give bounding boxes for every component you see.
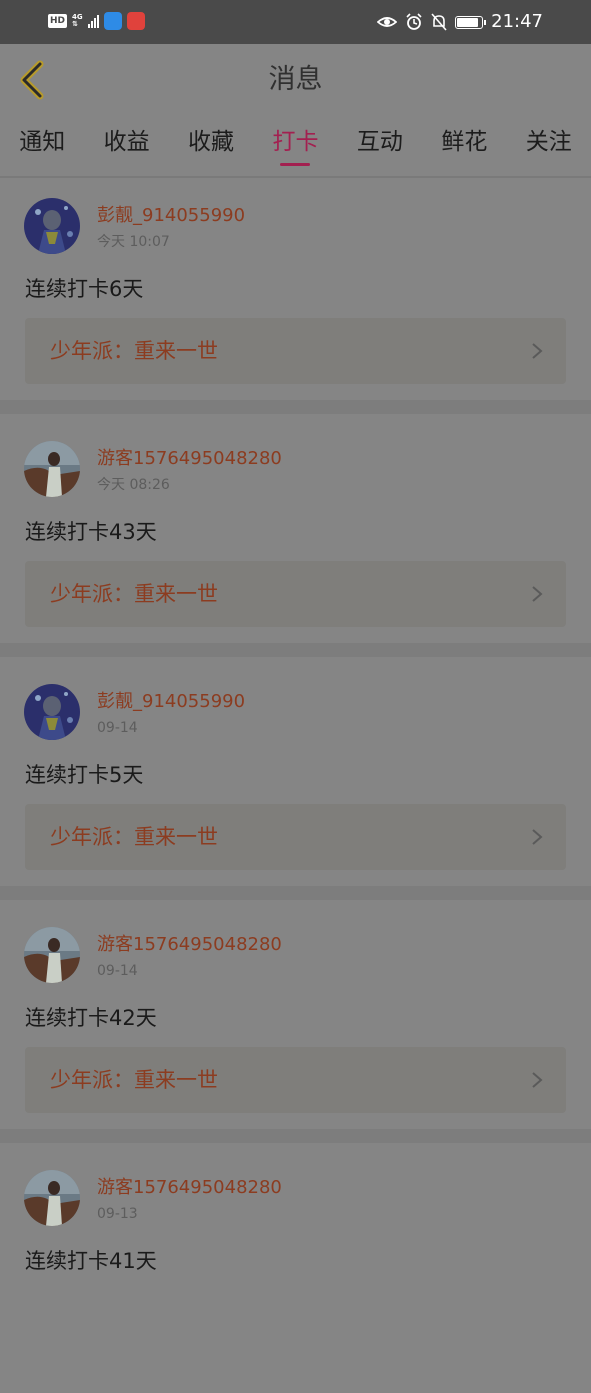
book-link[interactable]: 少年派：重来一世 [25, 561, 566, 627]
silent-bell-icon [431, 13, 447, 31]
post-time: 09-14 [97, 720, 138, 736]
tab-check-in[interactable]: 打卡 [253, 118, 337, 170]
book-title: 少年派：重来一世 [50, 339, 218, 363]
tab-interaction[interactable]: 互动 [338, 118, 422, 170]
user-name[interactable]: 游客1576495048280 [97, 1176, 282, 1200]
card-separator [0, 1129, 591, 1143]
avatar[interactable] [24, 198, 80, 254]
tab-following[interactable]: 关注 [507, 118, 591, 170]
app-notification-icon [103, 12, 122, 30]
card-separator [0, 400, 591, 414]
post-time: 今天 08:26 [97, 477, 170, 493]
hd-badge: HD [48, 14, 68, 28]
message-card: 游客1576495048280 09-13 连续打卡41天 [0, 1150, 591, 1393]
message-content: 连续打卡6天 [25, 277, 144, 301]
app-notification-icon [126, 12, 145, 30]
message-list: 彭靓_914055990 今天 10:07 连续打卡6天 少年派：重来一世 游客… [0, 178, 591, 1393]
message-content: 连续打卡5天 [25, 763, 144, 787]
book-link[interactable]: 少年派：重来一世 [25, 1047, 566, 1113]
message-content: 连续打卡42天 [25, 1006, 157, 1030]
post-time: 09-13 [97, 1206, 138, 1222]
card-separator [0, 886, 591, 900]
message-card: 游客1576495048280 今天 08:26 连续打卡43天 少年派：重来一… [0, 421, 591, 664]
chevron-right-icon [532, 829, 543, 845]
card-separator [0, 643, 591, 657]
message-card: 游客1576495048280 09-14 连续打卡42天 少年派：重来一世 [0, 907, 591, 1150]
tab-flowers[interactable]: 鲜花 [422, 118, 506, 170]
page-title: 消息 [268, 64, 323, 95]
status-right: 21:47 [377, 10, 543, 34]
post-time: 09-14 [97, 963, 138, 979]
book-link[interactable]: 少年派：重来一世 [25, 318, 566, 384]
tab-notifications[interactable]: 通知 [0, 118, 84, 170]
message-content: 连续打卡43天 [25, 520, 157, 544]
avatar[interactable] [24, 927, 80, 983]
signal-icon [87, 14, 99, 28]
avatar[interactable] [24, 1170, 80, 1226]
status-bar: HD 4G ⇅ 21:47 [0, 0, 591, 44]
chevron-right-icon [532, 343, 543, 359]
user-name[interactable]: 彭靓_914055990 [97, 690, 245, 714]
data-arrows-icon: ⇅ [72, 20, 78, 28]
chevron-right-icon [532, 586, 543, 602]
book-title: 少年派：重来一世 [50, 825, 218, 849]
message-card: 彭靓_914055990 今天 10:07 连续打卡6天 少年派：重来一世 [0, 178, 591, 421]
clock: 21:47 [491, 11, 543, 32]
user-name[interactable]: 彭靓_914055990 [97, 204, 245, 228]
chevron-right-icon [532, 1072, 543, 1088]
avatar[interactable] [24, 441, 80, 497]
tab-earnings[interactable]: 收益 [84, 118, 168, 170]
book-title: 少年派：重来一世 [50, 1068, 218, 1092]
message-content: 连续打卡41天 [25, 1249, 157, 1273]
status-left: HD 4G ⇅ [48, 12, 145, 30]
user-name[interactable]: 游客1576495048280 [97, 933, 282, 957]
message-card: 彭靓_914055990 09-14 连续打卡5天 少年派：重来一世 [0, 664, 591, 907]
network-indicator: 4G ⇅ [72, 14, 83, 28]
book-link[interactable]: 少年派：重来一世 [25, 804, 566, 870]
eye-comfort-icon [377, 17, 398, 27]
user-name[interactable]: 游客1576495048280 [97, 447, 282, 471]
title-bar: 消息 [0, 44, 591, 116]
book-title: 少年派：重来一世 [50, 582, 218, 606]
tab-favorites[interactable]: 收藏 [169, 118, 253, 170]
tab-bar: 通知 收益 收藏 打卡 互动 鲜花 关注 [0, 118, 591, 170]
battery-icon [455, 15, 487, 29]
avatar[interactable] [24, 684, 80, 740]
alarm-icon [406, 13, 422, 30]
post-time: 今天 10:07 [97, 234, 170, 250]
